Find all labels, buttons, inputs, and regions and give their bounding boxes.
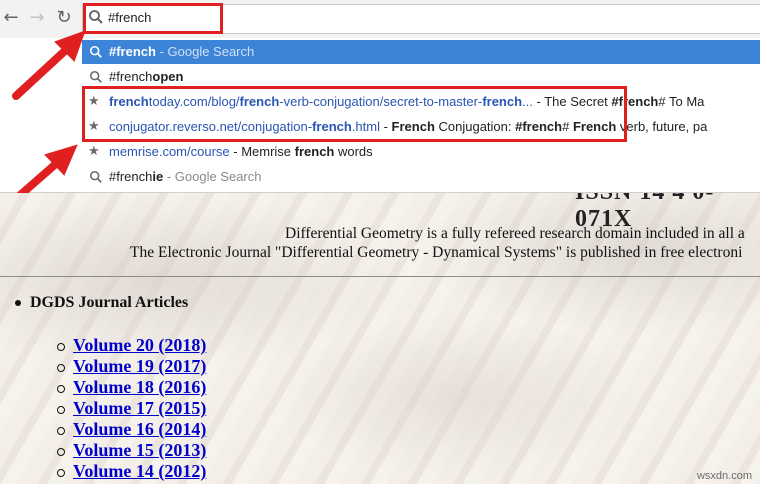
circle-bullet-icon [57, 468, 65, 477]
bullet-icon [15, 300, 21, 307]
circle-bullet-icon [57, 447, 65, 456]
circle-bullet-icon [57, 363, 65, 372]
volume-list-item: Volume 14 (2012) [57, 461, 206, 482]
circle-bullet-icon [57, 384, 65, 393]
volume-list-item: Volume 18 (2016) [57, 377, 206, 398]
description-line-2: The Electronic Journal "Differential Geo… [130, 244, 743, 261]
red-arrow-icon [12, 30, 86, 100]
circle-bullet-icon [57, 342, 65, 351]
web-page: ISSN 14 4 0-071X Differential Geometry i… [0, 193, 760, 484]
volume-link[interactable]: Volume 19 (2017) [73, 356, 206, 376]
volume-link[interactable]: Volume 18 (2016) [73, 377, 206, 397]
volume-link[interactable]: Volume 20 (2018) [73, 335, 206, 355]
circle-bullet-icon [57, 426, 65, 435]
volume-link[interactable]: Volume 15 (2013) [73, 440, 206, 460]
volume-list-item: Volume 20 (2018) [57, 335, 206, 356]
volume-list-item: Volume 17 (2015) [57, 398, 206, 419]
volume-link[interactable]: Volume 14 (2012) [73, 461, 206, 481]
description-line-1: Differential Geometry is a fully referee… [285, 225, 745, 242]
divider [0, 276, 760, 277]
volume-list-item: Volume 19 (2017) [57, 356, 206, 377]
volume-link[interactable]: Volume 17 (2015) [73, 398, 206, 418]
watermark: wsxdn.com [696, 470, 752, 482]
volume-list-item: Volume 16 (2014) [57, 419, 206, 440]
articles-heading: DGDS Journal Articles [15, 294, 188, 312]
volume-link[interactable]: Volume 16 (2014) [73, 419, 206, 439]
volume-list-item: Volume 15 (2013) [57, 440, 206, 461]
circle-bullet-icon [57, 405, 65, 414]
